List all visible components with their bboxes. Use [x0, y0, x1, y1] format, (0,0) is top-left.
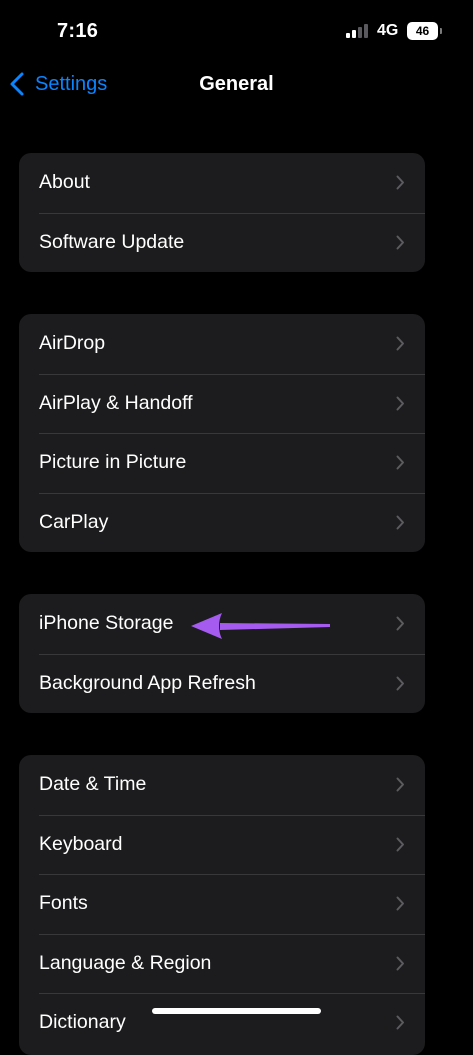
page-title: General	[199, 73, 274, 95]
row-picture-in-picture[interactable]: Picture in Picture	[19, 433, 425, 493]
row-keyboard[interactable]: Keyboard	[19, 814, 425, 875]
row-label: CarPlay	[39, 510, 109, 533]
row-label: Picture in Picture	[39, 451, 187, 474]
row-label: Dictionary	[39, 1011, 126, 1034]
chevron-right-icon	[396, 896, 404, 911]
row-software-update[interactable]: Software Update	[19, 212, 425, 273]
row-label: AirDrop	[39, 332, 106, 355]
row-label: Fonts	[39, 892, 88, 915]
status-bar: 7:16 4G 46	[0, 0, 473, 60]
row-language-region[interactable]: Language & Region	[19, 933, 425, 994]
chevron-right-icon	[396, 956, 404, 970]
chevron-right-icon	[396, 837, 404, 851]
row-date-time[interactable]: Date & Time	[19, 755, 425, 815]
row-label: Language & Region	[39, 951, 212, 974]
row-label: AirPlay & Handoff	[39, 391, 193, 414]
row-about[interactable]: About	[19, 153, 425, 213]
settings-group-about: About Software Update	[19, 153, 425, 272]
battery-level: 46	[415, 24, 430, 38]
navigation-bar: Settings General	[0, 62, 473, 106]
row-airplay-handoff[interactable]: AirPlay & Handoff	[19, 373, 425, 434]
chevron-right-icon	[396, 515, 404, 529]
chevron-right-icon	[396, 235, 404, 249]
signal-bars-icon	[346, 24, 370, 38]
chevron-right-icon	[396, 336, 404, 351]
chevron-right-icon	[396, 616, 404, 631]
chevron-right-icon	[396, 777, 404, 792]
row-fonts[interactable]: Fonts	[19, 874, 425, 934]
row-airdrop[interactable]: AirDrop	[19, 314, 425, 374]
row-label: Software Update	[39, 230, 185, 253]
arrow-left-icon	[191, 613, 330, 639]
settings-group-connectivity: AirDrop AirPlay & Handoff Picture in Pic…	[19, 314, 425, 552]
chevron-right-icon	[396, 175, 404, 190]
row-background-app-refresh[interactable]: Background App Refresh	[19, 653, 425, 714]
row-label: iPhone Storage	[39, 612, 174, 635]
chevron-right-icon	[396, 676, 404, 690]
status-time: 7:16	[57, 20, 99, 42]
home-indicator[interactable]	[152, 1008, 321, 1014]
network-type: 4G	[377, 22, 399, 39]
chevron-right-icon	[396, 396, 404, 410]
row-label: Background App Refresh	[39, 671, 256, 694]
row-carplay[interactable]: CarPlay	[19, 492, 425, 553]
battery-icon: 46	[407, 22, 442, 40]
chevron-right-icon	[396, 1015, 404, 1030]
row-label: Keyboard	[39, 832, 123, 855]
row-label: Date & Time	[39, 773, 147, 796]
row-label: About	[39, 171, 90, 194]
row-dictionary[interactable]: Dictionary	[19, 993, 425, 1053]
chevron-right-icon	[396, 455, 404, 470]
